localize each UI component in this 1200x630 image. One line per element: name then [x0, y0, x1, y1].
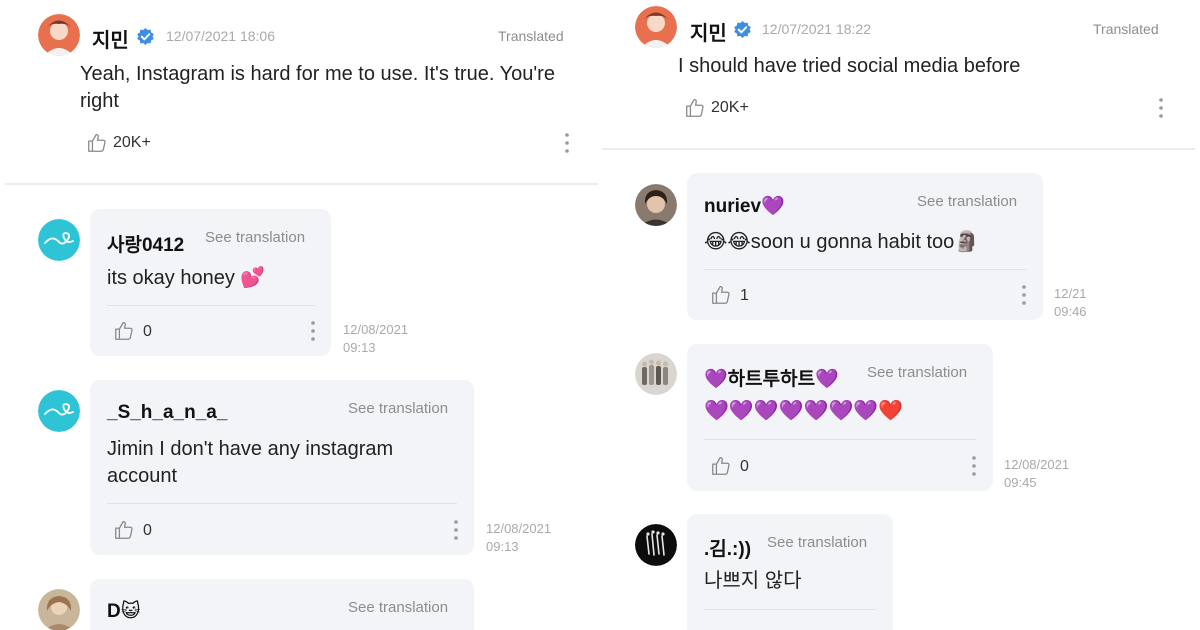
post-author-name[interactable]: 지민	[92, 24, 129, 53]
post-author-avatar[interactable]	[38, 14, 80, 56]
comment-time: 09:45	[1004, 475, 1037, 490]
comment-like-count: 1	[740, 287, 749, 304]
more-vertical-icon[interactable]	[452, 519, 460, 541]
comment-timestamp: 12/21 09:46	[1054, 285, 1087, 321]
comment-avatar[interactable]	[635, 524, 677, 566]
comment-divider	[704, 269, 1026, 270]
comment-text: 😂😂soon u gonna habit too🗿	[704, 231, 980, 253]
comment-author[interactable]: _S_h_a_n_a_	[107, 402, 227, 424]
comment-avatar[interactable]	[635, 353, 677, 395]
verified-icon	[733, 20, 752, 39]
comment-date: 12/08/2021	[1004, 457, 1070, 472]
more-vertical-icon[interactable]	[970, 455, 978, 477]
comment-time: 09:13	[486, 539, 519, 554]
comment-bubble: .김.:)) See translation 나쁘지 않다	[687, 514, 893, 630]
post-divider	[602, 148, 1195, 150]
verified-icon	[136, 27, 155, 46]
comment-divider	[107, 305, 315, 306]
comment-like-count: 0	[143, 522, 152, 539]
comment-text: 나쁘지 않다	[704, 570, 802, 592]
see-translation-link[interactable]: See translation	[917, 193, 1017, 210]
comment-time: 09:46	[1054, 304, 1087, 319]
post-author-avatar[interactable]	[635, 6, 677, 48]
comment-date: 12/08/2021	[343, 322, 409, 337]
comment-avatar[interactable]	[38, 589, 80, 630]
comment-author[interactable]: D😺	[107, 600, 141, 623]
comment-author[interactable]: 💜하트투하트💜	[704, 364, 839, 391]
post-like-count: 20K+	[711, 99, 749, 116]
comment-bubble: _S_h_a_n_a_ See translation Jimin I don'…	[90, 380, 474, 555]
more-vertical-icon[interactable]	[1157, 97, 1165, 119]
see-translation-link[interactable]: See translation	[867, 364, 967, 381]
comment-date: 12/08/2021	[486, 521, 552, 536]
see-translation-link[interactable]: See translation	[767, 534, 867, 551]
comment-timestamp: 12/08/2021 09:13	[343, 321, 408, 357]
comment-avatar[interactable]	[38, 390, 80, 432]
thumbs-up-icon[interactable]	[684, 97, 706, 119]
comment-avatar[interactable]	[635, 184, 677, 226]
comment-author[interactable]: .김.:))	[704, 534, 751, 561]
comment-timestamp: 12/08/2021 09:13	[486, 520, 551, 556]
more-vertical-icon[interactable]	[309, 320, 317, 342]
comment-like-count: 0	[143, 323, 152, 340]
post-divider	[5, 183, 598, 185]
comment-timestamp: 12/08/2021 09:45	[1004, 456, 1069, 492]
thumbs-up-icon[interactable]	[710, 284, 732, 306]
comment-text: its okay honey 💕	[107, 267, 266, 289]
comment-like-count: 0	[740, 458, 749, 475]
post-text: I should have tried social media before	[678, 55, 1021, 77]
comment-divider	[704, 609, 876, 610]
post-timestamp: 12/07/2021 18:22	[762, 21, 871, 37]
comment-date: 12/21	[1054, 286, 1087, 301]
post-timestamp: 12/07/2021 18:06	[166, 28, 275, 44]
post-author-name[interactable]: 지민	[690, 17, 727, 46]
thumbs-up-icon[interactable]	[113, 320, 135, 342]
comment-divider	[107, 503, 457, 504]
see-translation-link[interactable]: See translation	[348, 599, 448, 616]
comment-bubble: nuriev💜 See translation 😂😂soon u gonna h…	[687, 173, 1043, 320]
comment-author[interactable]: 사랑0412	[107, 230, 184, 257]
thumbs-up-icon[interactable]	[710, 455, 732, 477]
comment-author[interactable]: nuriev💜	[704, 194, 785, 218]
see-translation-link[interactable]: See translation	[348, 400, 448, 417]
thumbs-up-icon[interactable]	[113, 519, 135, 541]
translated-label: Translated	[498, 28, 564, 44]
post-text: Yeah, Instagram is hard for me to use. I…	[80, 63, 555, 112]
comment-divider	[704, 439, 976, 440]
comment-bubble: D😺 See translation	[90, 579, 474, 630]
see-translation-link[interactable]: See translation	[205, 229, 305, 246]
thumbs-up-icon[interactable]	[86, 132, 108, 154]
comment-bubble: 💜하트투하트💜 See translation 💜💜💜💜💜💜💜❤️ 0	[687, 344, 993, 491]
comment-bubble: 사랑0412 See translation its okay honey 💕 …	[90, 209, 331, 356]
more-vertical-icon[interactable]	[563, 132, 571, 154]
comment-text: Jimin I don't have any instagram account	[107, 438, 394, 487]
comment-text: 💜💜💜💜💜💜💜❤️	[704, 400, 904, 422]
post-like-count: 20K+	[113, 134, 151, 151]
comment-avatar[interactable]	[38, 219, 80, 261]
more-vertical-icon[interactable]	[1020, 284, 1028, 306]
translated-label: Translated	[1093, 21, 1159, 37]
comment-time: 09:13	[343, 340, 376, 355]
